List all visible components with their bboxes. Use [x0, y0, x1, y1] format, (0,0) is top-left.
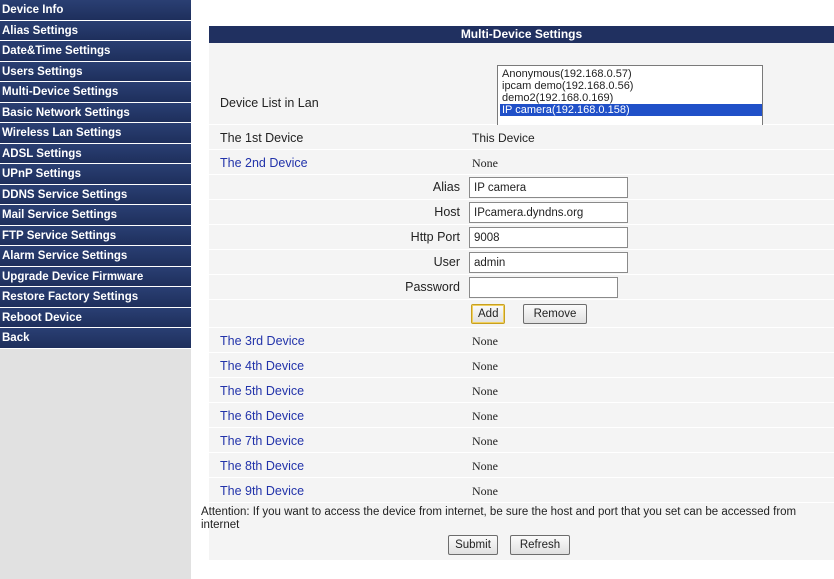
sidebar-item-upnp-settings[interactable]: UPnP Settings	[0, 164, 191, 185]
alias-row: Alias	[209, 175, 834, 200]
sidebar-item-alias-settings[interactable]: Alias Settings	[0, 20, 191, 41]
sidebar-item-reboot-device[interactable]: Reboot Device	[0, 307, 191, 328]
refresh-button[interactable]: Refresh	[510, 535, 570, 555]
device-row-5th: The 5th Device None	[209, 378, 834, 403]
device-value: None	[472, 484, 498, 498]
user-label: User	[433, 255, 460, 269]
device-row-2nd: The 2nd Device None	[209, 150, 834, 175]
device-label[interactable]: The 9th Device	[220, 484, 304, 498]
sidebar-item-back[interactable]: Back	[0, 328, 191, 349]
device-list-row: Device List in Lan Anonymous(192.168.0.5…	[209, 43, 834, 135]
http-port-field[interactable]	[469, 227, 628, 248]
device-list-option[interactable]: ipcam demo(192.168.0.56)	[500, 80, 762, 92]
device-value: None	[472, 434, 498, 448]
device-label[interactable]: The 2nd Device	[220, 156, 308, 170]
device-row-6th: The 6th Device None	[209, 403, 834, 428]
password-row: Password	[209, 275, 834, 300]
sidebar-item-wireless-lan-settings[interactable]: Wireless Lan Settings	[0, 123, 191, 144]
device-label[interactable]: The 5th Device	[220, 384, 304, 398]
device-row-7th: The 7th Device None	[209, 428, 834, 453]
device-list-option[interactable]: Anonymous(192.168.0.57)	[500, 68, 762, 80]
page-title: Multi-Device Settings	[209, 26, 834, 43]
device-label[interactable]: The 3rd Device	[220, 334, 305, 348]
sidebar-item-mail-service-settings[interactable]: Mail Service Settings	[0, 205, 191, 226]
password-label: Password	[405, 280, 460, 294]
remove-button[interactable]: Remove	[523, 304, 587, 324]
device-value: None	[472, 334, 498, 348]
device-value: None	[472, 409, 498, 423]
device-row-3rd: The 3rd Device None	[209, 328, 834, 353]
multi-device-settings-panel: Multi-Device Settings Device List in Lan…	[201, 26, 834, 561]
sidebar-item-basic-network-settings[interactable]: Basic Network Settings	[0, 102, 191, 123]
device-value: None	[472, 459, 498, 473]
alias-label: Alias	[432, 180, 460, 194]
user-field[interactable]	[469, 252, 628, 273]
sidebar-item-multi-device-settings[interactable]: Multi-Device Settings	[0, 82, 191, 103]
device-label[interactable]: The 7th Device	[220, 434, 304, 448]
device-value: None	[472, 359, 498, 373]
user-row: User	[209, 250, 834, 275]
device-value: None	[472, 156, 498, 170]
device-row-9th: The 9th Device None	[209, 478, 834, 503]
device-row-8th: The 8th Device None	[209, 453, 834, 478]
sidebar-item-restore-factory-settings[interactable]: Restore Factory Settings	[0, 287, 191, 308]
host-row: Host	[209, 200, 834, 225]
device-label: The 1st Device	[220, 131, 304, 145]
device-list-option-selected[interactable]: IP camera(192.168.0.158)	[500, 104, 762, 116]
http-port-row: Http Port	[209, 225, 834, 250]
host-field[interactable]	[469, 202, 628, 223]
sidebar-item-device-info[interactable]: Device Info	[0, 0, 191, 21]
device-row-1st: The 1st Device This Device	[209, 125, 834, 150]
add-button[interactable]: Add	[471, 304, 506, 324]
host-label: Host	[434, 205, 460, 219]
sidebar-item-upgrade-device-firmware[interactable]: Upgrade Device Firmware	[0, 266, 191, 287]
device-label[interactable]: The 4th Device	[220, 359, 304, 373]
sidebar-item-users-settings[interactable]: Users Settings	[0, 61, 191, 82]
http-port-label: Http Port	[410, 230, 460, 244]
device-value: None	[472, 384, 498, 398]
sidebar-item-alarm-service-settings[interactable]: Alarm Service Settings	[0, 246, 191, 267]
sidebar-menu: Device Info Alias Settings Date&Time Set…	[0, 0, 191, 579]
alias-field[interactable]	[469, 177, 628, 198]
sidebar-item-ftp-service-settings[interactable]: FTP Service Settings	[0, 225, 191, 246]
attention-text: Attention: If you want to access the dev…	[201, 506, 797, 531]
device-row-4th: The 4th Device None	[209, 353, 834, 378]
sidebar-item-date-time-settings[interactable]: Date&Time Settings	[0, 41, 191, 62]
submit-button[interactable]: Submit	[448, 535, 498, 555]
password-field[interactable]	[469, 277, 618, 298]
device-label[interactable]: The 6th Device	[220, 409, 304, 423]
device-label[interactable]: The 8th Device	[220, 459, 304, 473]
sidebar-item-ddns-service-settings[interactable]: DDNS Service Settings	[0, 184, 191, 205]
sidebar-item-list: Device Info Alias Settings Date&Time Set…	[0, 0, 191, 349]
attention-note: Attention: If you want to access the dev…	[201, 503, 834, 531]
submit-row: Submit Refresh	[209, 531, 834, 561]
device-list-label: Device List in Lan	[220, 96, 319, 110]
sidebar-item-adsl-settings[interactable]: ADSL Settings	[0, 143, 191, 164]
device-list-option[interactable]: demo2(192.168.0.169)	[500, 92, 762, 104]
add-remove-row: Add Remove	[209, 300, 834, 328]
device-value: This Device	[472, 131, 535, 145]
